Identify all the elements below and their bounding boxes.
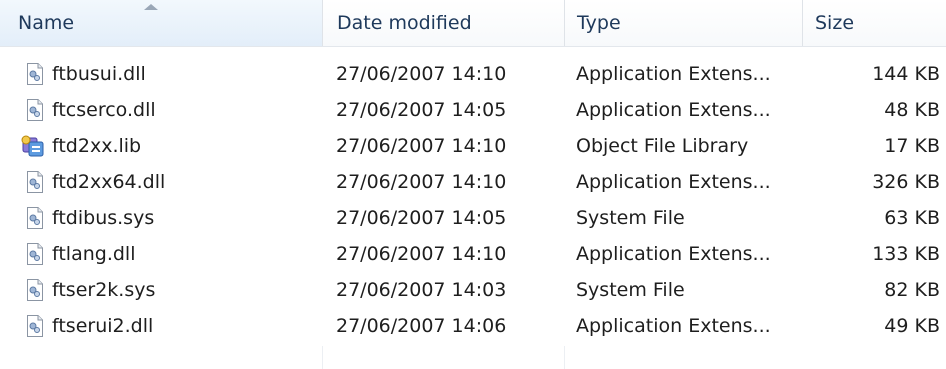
file-date-modified: 27/06/2007 14:10: [336, 171, 507, 193]
file-name: ftbusui.dll: [52, 63, 146, 85]
file-name: ftcserco.dll: [52, 99, 156, 121]
dll-file-icon: [26, 315, 44, 337]
file-name: ftd2xx64.dll: [52, 171, 166, 193]
file-type: Application Extens...: [576, 171, 771, 193]
column-header-size[interactable]: Size: [802, 0, 946, 46]
file-type: Application Extens...: [576, 315, 771, 337]
file-date-modified: 27/06/2007 14:10: [336, 243, 507, 265]
column-header-size-label: Size: [815, 12, 855, 34]
dll-file-icon: [26, 63, 44, 85]
file-type: Application Extens...: [576, 243, 771, 265]
file-size: 326 KB: [872, 171, 940, 193]
file-rows: ftbusui.dll 27/06/2007 14:10 Application…: [0, 56, 946, 344]
file-date-modified: 27/06/2007 14:05: [336, 99, 507, 121]
file-size: 17 KB: [884, 135, 940, 157]
column-guide-line: [564, 346, 565, 369]
file-name: ftdibus.sys: [52, 207, 155, 229]
lib-file-icon: [20, 134, 46, 158]
file-list-view: Name Date modified Type Size ftbusui.dll: [0, 0, 946, 369]
file-date-modified: 27/06/2007 14:05: [336, 207, 507, 229]
file-name: ftlang.dll: [52, 243, 136, 265]
dll-file-icon: [26, 99, 44, 121]
column-header-type-label: Type: [577, 12, 621, 34]
file-name: ftd2xx.lib: [52, 135, 142, 157]
file-row[interactable]: ftbusui.dll 27/06/2007 14:10 Application…: [0, 56, 946, 92]
file-size: 49 KB: [884, 315, 940, 337]
column-header-type[interactable]: Type: [564, 0, 802, 46]
file-type: System File: [576, 279, 685, 301]
file-type: System File: [576, 207, 685, 229]
column-header-name[interactable]: Name: [0, 0, 322, 46]
file-type: Application Extens...: [576, 99, 771, 121]
file-name: ftser2k.sys: [52, 279, 156, 301]
file-type: Object File Library: [576, 135, 749, 157]
dll-file-icon: [26, 171, 44, 193]
file-size: 48 KB: [884, 99, 940, 121]
file-type: Application Extens...: [576, 63, 771, 85]
file-size: 82 KB: [884, 279, 940, 301]
file-row[interactable]: ftd2xx.lib 27/06/2007 14:10 Object File …: [0, 128, 946, 164]
file-row[interactable]: ftd2xx64.dll 27/06/2007 14:10 Applicatio…: [0, 164, 946, 200]
sys-file-icon: [26, 207, 44, 229]
sys-file-icon: [26, 279, 44, 301]
file-row[interactable]: ftdibus.sys 27/06/2007 14:05 System File…: [0, 200, 946, 236]
file-row[interactable]: ftcserco.dll 27/06/2007 14:05 Applicatio…: [0, 92, 946, 128]
file-size: 133 KB: [872, 243, 940, 265]
file-row[interactable]: ftlang.dll 27/06/2007 14:10 Application …: [0, 236, 946, 272]
file-date-modified: 27/06/2007 14:06: [336, 315, 507, 337]
column-header-date-label: Date modified: [337, 12, 472, 34]
file-size: 63 KB: [884, 207, 940, 229]
file-row[interactable]: ftser2k.sys 27/06/2007 14:03 System File…: [0, 272, 946, 308]
file-date-modified: 27/06/2007 14:10: [336, 63, 507, 85]
column-guide-line: [322, 346, 323, 369]
file-date-modified: 27/06/2007 14:03: [336, 279, 507, 301]
sort-ascending-icon: [144, 4, 158, 10]
column-header-bar: Name Date modified Type Size: [0, 0, 946, 47]
file-date-modified: 27/06/2007 14:10: [336, 135, 507, 157]
dll-file-icon: [26, 243, 44, 265]
column-header-name-label: Name: [18, 12, 75, 34]
file-row[interactable]: ftserui2.dll 27/06/2007 14:06 Applicatio…: [0, 308, 946, 344]
file-size: 144 KB: [872, 63, 940, 85]
column-header-date[interactable]: Date modified: [322, 0, 564, 46]
file-name: ftserui2.dll: [52, 315, 154, 337]
